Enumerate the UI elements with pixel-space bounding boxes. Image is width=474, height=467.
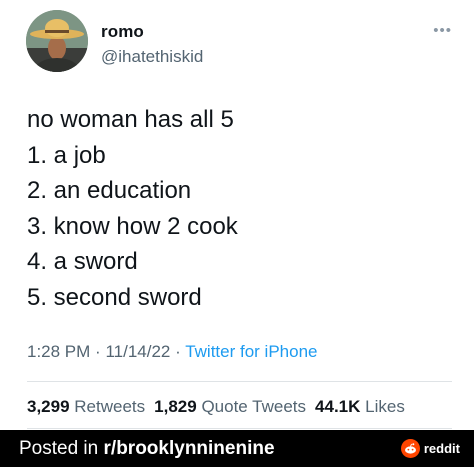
likes-count: 44.1K: [315, 397, 361, 416]
meta-separator: ·: [95, 342, 101, 361]
retweets-count: 3,299: [27, 397, 70, 416]
tweet-text-line: no woman has all 5: [27, 106, 234, 133]
likes-label: Likes: [365, 397, 405, 416]
tweet-text-line: 5. second sword: [27, 283, 202, 311]
reddit-alien-icon: [400, 439, 420, 458]
tweet-time[interactable]: 1:28 PM: [27, 342, 90, 361]
divider: [27, 428, 452, 429]
tweet-text: no woman has all 5 1. a job 2. an educat…: [27, 102, 238, 315]
display-name[interactable]: romo: [101, 22, 144, 42]
reddit-wordmark: reddit: [423, 441, 460, 456]
tweet-text-line: 4. a sword: [27, 248, 138, 275]
tweet-text-line: 2. an education: [27, 177, 192, 204]
retweets-stat[interactable]: 3,299 Retweets: [27, 397, 145, 416]
subreddit-link[interactable]: r/brooklynninenine: [104, 438, 275, 459]
tweet-source-link[interactable]: Twitter for iPhone: [185, 342, 317, 361]
ellipsis-icon[interactable]: •••: [433, 22, 452, 39]
tweet-date[interactable]: 11/14/22: [105, 342, 170, 361]
quote-tweets-count: 1,829: [154, 397, 197, 416]
reddit-logo: reddit: [400, 439, 460, 458]
retweets-label: Retweets: [74, 397, 146, 416]
engagement-stats: 3,299 Retweets 1,829 Quote Tweets 44.1K Li…: [27, 397, 405, 417]
divider: [27, 381, 452, 382]
user-handle[interactable]: @ihatethiskid: [101, 47, 203, 67]
posted-in-text: Posted in r/brooklynninenine: [19, 438, 275, 460]
tweet-meta: 1:28 PM · 11/14/22 · Twitter for iPhone: [27, 342, 317, 362]
likes-stat[interactable]: 44.1K Likes: [315, 397, 405, 416]
meta-separator: ·: [175, 342, 181, 361]
tweet-text-line: 3. know how 2 cook: [27, 212, 238, 240]
avatar[interactable]: [26, 10, 88, 72]
quote-tweets-label: Quote Tweets: [201, 397, 307, 416]
tweet-card: romo @ihatethiskid ••• no woman has all …: [0, 0, 474, 430]
avatar-image: [26, 10, 88, 72]
quote-tweets-stat[interactable]: 1,829 Quote Tweets: [154, 397, 306, 416]
posted-in-label: Posted in: [19, 438, 99, 459]
reddit-footer: Posted in r/brooklynninenine reddit: [0, 430, 474, 467]
tweet-text-line: 1. a job: [27, 141, 106, 169]
